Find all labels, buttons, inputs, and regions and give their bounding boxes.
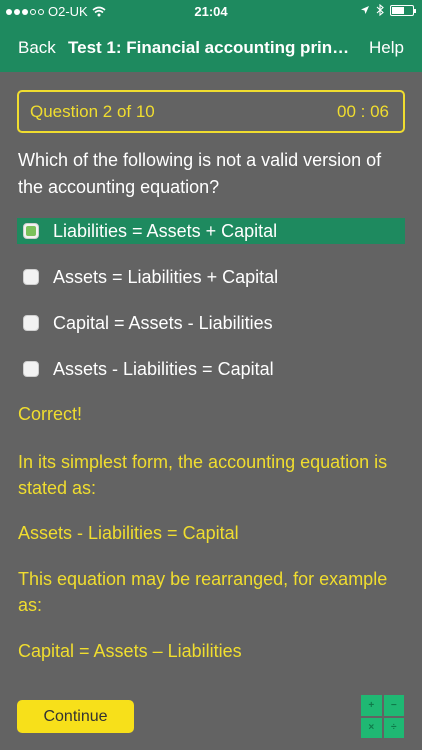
- question-timer: 00 : 06: [337, 102, 389, 121]
- question-header: Question 2 of 10 00 : 06: [17, 90, 405, 133]
- answer-option-3[interactable]: Capital = Assets - Liabilities: [17, 310, 405, 336]
- bluetooth-icon: [376, 4, 384, 16]
- calculator-plus-icon: +: [361, 695, 382, 716]
- page-title: Test 1: Financial accounting principles: [68, 38, 352, 57]
- battery-icon: [390, 4, 416, 16]
- feedback-explanation-2: Assets - Liabilities = Capital: [18, 523, 239, 543]
- answer-option-1[interactable]: Liabilities = Assets + Capital: [17, 218, 405, 244]
- answer-checkbox-checked[interactable]: [23, 223, 39, 239]
- status-time: 21:04: [194, 4, 228, 19]
- question-text: Which of the following is not a valid ve…: [18, 150, 382, 197]
- answer-option-label: Assets - Liabilities = Capital: [53, 358, 274, 379]
- answer-option-label: Liabilities = Assets + Capital: [53, 220, 278, 241]
- answer-option-label: Capital = Assets - Liabilities: [53, 312, 273, 333]
- answer-option-label: Assets = Liabilities + Capital: [53, 266, 279, 287]
- feedback-explanation-3: This equation may be rearranged, for exa…: [18, 569, 388, 615]
- answer-checkbox[interactable]: [23, 361, 39, 377]
- navigation-bar: Back Test 1: Financial accounting princi…: [0, 24, 422, 72]
- status-right: [360, 4, 416, 16]
- feedback-explanation-1: In its simplest form, the accounting equ…: [18, 452, 388, 498]
- answer-checkbox[interactable]: [23, 269, 39, 285]
- back-button[interactable]: Back: [18, 38, 56, 58]
- calculator-times-icon: ×: [361, 717, 382, 738]
- answer-option-4[interactable]: Assets - Liabilities = Capital: [17, 356, 405, 382]
- calculator-minus-icon: −: [383, 695, 404, 716]
- calculator-divide-icon: ÷: [383, 717, 404, 738]
- location-arrow-icon: [361, 6, 369, 14]
- answer-option-2[interactable]: Assets = Liabilities + Capital: [17, 264, 405, 290]
- feedback-explanation-4: Capital = Assets – Liabilities: [18, 641, 242, 661]
- help-button[interactable]: Help: [369, 38, 404, 58]
- question-counter: Question 2 of 10: [30, 102, 155, 121]
- continue-button[interactable]: Continue: [17, 700, 134, 733]
- answer-checkbox[interactable]: [23, 315, 39, 331]
- feedback-result: Correct!: [18, 404, 83, 424]
- calculator-button[interactable]: + − × ÷: [361, 695, 404, 738]
- status-bar: O2-UK 21:04: [0, 0, 422, 24]
